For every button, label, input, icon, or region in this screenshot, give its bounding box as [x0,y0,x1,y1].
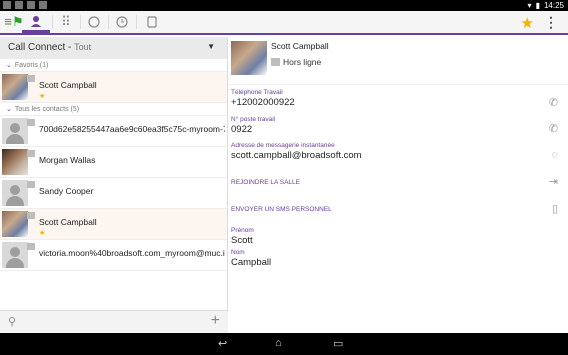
history-icon [116,16,128,28]
contact-name: Scott Campball [271,41,329,51]
add-contact-button[interactable]: + [211,312,220,330]
home-icon[interactable]: ⌂ [275,337,282,349]
contact-name: Sandy Cooper [39,186,94,196]
work-phone-field[interactable]: Téléphone Travail +12002000922 [231,89,295,108]
join-room-icon[interactable]: ⇥ [549,175,558,188]
list-item[interactable]: Morgan Wallas [0,147,227,178]
favorite-star-icon: ★ [39,93,46,100]
list-item[interactable]: victoria.moon%40broadsoft.com_myroom@muc… [0,240,227,271]
contact-header: Scott Campball Hors ligne [229,37,568,85]
contacts-list-panel: Call Connect - Tout ▼ ⌄ Favoris (1) Scott… [0,37,228,333]
phone-icon[interactable]: ✆ [549,96,558,109]
presence-flag-icon [27,75,35,82]
tab-history[interactable] [108,11,136,33]
battery-icon: ▮ [535,1,540,10]
avatar [2,149,28,175]
avatar [2,242,28,268]
join-room-button[interactable]: REJOINDRE LA SALLE [231,179,300,186]
list-item[interactable]: Scott Campball ★ [0,72,227,103]
status-bar: ▾ ▮ 14:25 [0,0,568,11]
search-icon[interactable]: ⚲ [8,315,16,328]
chevron-down-icon: ⌄ [6,62,12,69]
clock: 14:25 [543,1,564,10]
recent-apps-icon[interactable]: ▭ [333,337,343,350]
top-bar: ≡⚑ ⠿ ★ ⋮ [0,11,568,35]
list-item[interactable]: Scott Campball ★ [0,209,227,240]
phone-icon[interactable]: ✆ [549,122,558,135]
contact-detail-panel: Scott Campball Hors ligne Téléphone Trav… [229,37,568,333]
tab-contacts[interactable] [22,11,50,33]
contact-name: victoria.moon%40broadsoft.com_myroom@muc… [39,248,225,258]
contact-name: Morgan Wallas [39,155,96,165]
favorite-star-icon: ★ [39,230,46,237]
sms-icon[interactable]: ▯ [552,202,558,215]
avatar [2,74,28,100]
notification-icon [3,1,11,9]
avatar [2,211,28,237]
avatar [231,41,267,75]
system-nav-bar: ↩ ⌂ ▭ [0,333,568,355]
contacts-icon [31,15,41,27]
favorite-star-icon[interactable]: ★ [521,14,534,32]
presence-status: Hors ligne [283,57,322,67]
voicemail-icon [147,16,157,28]
chat-icon[interactable]: ◌ [551,149,558,161]
chat-icon [88,16,100,28]
section-all-contacts[interactable]: ⌄ Tous les contacts (5) [0,103,227,116]
extension-field[interactable]: N° poste travail 0922 [231,116,275,135]
avatar [2,180,28,206]
contact-name: Scott Campball [39,217,97,227]
send-sms-button[interactable]: ENVOYER UN SMS PERSONNEL [231,206,332,213]
presence-flag-icon [27,181,35,188]
avatar [2,118,28,144]
wifi-icon: ▾ [527,1,532,10]
list-filter-value: Tout [74,42,92,52]
contact-name: Scott Campball [39,80,97,90]
first-name-field: Prénom Scott [231,227,254,246]
section-favorites[interactable]: ⌄ Favoris (1) [0,59,227,72]
list-item[interactable]: 700d62e58255447aa6e9c60ea3f5c75c-myroom-… [0,116,227,147]
list-item[interactable]: Sandy Cooper [0,178,227,209]
presence-flag-icon [27,119,35,126]
list-title: Call Connect [8,42,66,53]
im-field[interactable]: Adresse de messagerie instantanée scott.… [231,142,362,161]
contact-name: 700d62e58255447aa6e9c60ea3f5c75c-myroom-… [39,124,225,134]
notification-icon [27,1,35,9]
tab-voicemail[interactable] [138,11,166,33]
presence-flag-icon [271,58,280,66]
presence-flag-icon [27,212,35,219]
list-footer: ⚲ + [0,310,228,333]
tab-chat[interactable] [80,11,108,33]
presence-flag-icon [27,150,35,157]
list-filter-header[interactable]: Call Connect - Tout ▼ [0,37,227,59]
last-name-field: Nom Campball [231,249,272,268]
notification-icon [39,1,47,9]
back-icon[interactable]: ↩ [218,337,227,350]
tab-dialpad[interactable]: ⠿ [52,11,80,33]
overflow-menu-icon[interactable]: ⋮ [544,14,558,31]
notification-icon [15,1,23,9]
chevron-down-icon[interactable]: ▼ [207,42,215,51]
chevron-down-icon: ⌄ [6,106,12,113]
presence-flag-icon [27,243,35,250]
notification-icons [3,1,47,9]
